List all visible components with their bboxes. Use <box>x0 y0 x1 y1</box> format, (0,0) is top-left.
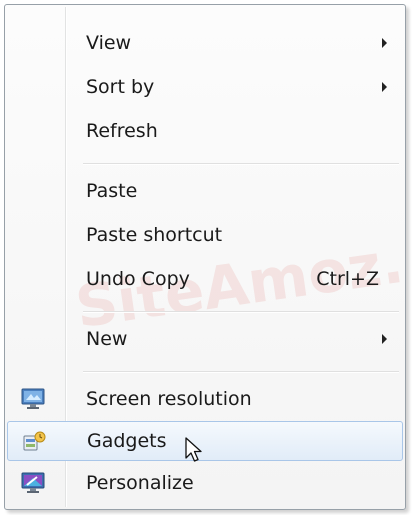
submenu-arrow-icon <box>382 334 387 344</box>
menu-item-label: Screen resolution <box>86 388 252 410</box>
menu-item-undo-copy[interactable]: Undo Copy Ctrl+Z <box>7 259 403 299</box>
gadgets-icon <box>23 431 46 451</box>
menu-item-view[interactable]: View <box>7 23 403 63</box>
menu-item-label: Gadgets <box>87 430 167 452</box>
menu-item-label: Paste shortcut <box>86 224 223 246</box>
submenu-arrow-icon <box>382 38 387 48</box>
menu-item-refresh[interactable]: Refresh <box>7 111 403 151</box>
desktop-context-menu: SiteAmoz.ir View Sort by Refresh Paste P… <box>4 4 406 510</box>
menu-item-label: Undo Copy <box>86 268 190 290</box>
menu-item-paste-shortcut[interactable]: Paste shortcut <box>7 215 403 255</box>
menu-item-label: Refresh <box>86 120 158 142</box>
menu-item-label: Personalize <box>86 472 194 494</box>
menu-item-label: Sort by <box>86 76 155 98</box>
menu-separator <box>83 371 399 372</box>
personalize-icon <box>21 472 45 493</box>
menu-item-label: New <box>86 328 128 350</box>
menu-item-shortcut: Ctrl+Z <box>316 268 379 290</box>
submenu-arrow-icon <box>382 82 387 92</box>
menu-item-screen-resolution[interactable]: Screen resolution <box>7 379 403 419</box>
menu-item-label: Paste <box>86 180 138 202</box>
menu-separator <box>83 163 399 164</box>
menu-item-sort-by[interactable]: Sort by <box>7 67 403 107</box>
menu-item-label: View <box>86 32 132 54</box>
menu-item-new[interactable]: New <box>7 319 403 359</box>
menu-item-personalize[interactable]: Personalize <box>7 463 403 503</box>
mouse-pointer-icon <box>185 437 202 462</box>
menu-separator <box>83 311 399 312</box>
menu-item-paste[interactable]: Paste <box>7 171 403 211</box>
screen-resolution-icon <box>21 388 45 409</box>
